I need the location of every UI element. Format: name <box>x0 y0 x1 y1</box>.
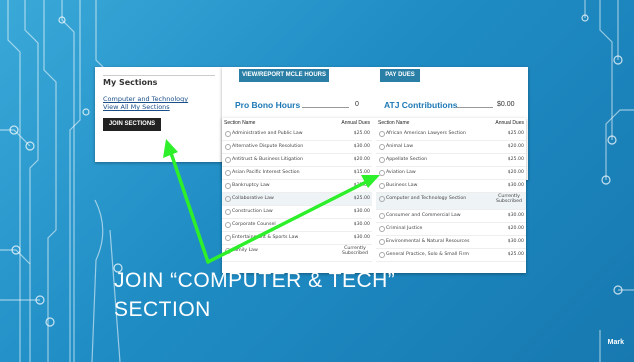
footer-label: Mark <box>607 339 624 346</box>
slide-caption: JOIN “COMPUTER & TECH” SECTION <box>114 266 395 324</box>
caption-line-2: SECTION <box>114 298 211 321</box>
slide-background: My Sections Computer and Technology View… <box>0 0 634 362</box>
arrow-to-join-button <box>168 148 210 264</box>
caption-line-1: JOIN “COMPUTER & TECH” <box>114 269 396 292</box>
arrow-to-computer-technology <box>206 178 372 264</box>
